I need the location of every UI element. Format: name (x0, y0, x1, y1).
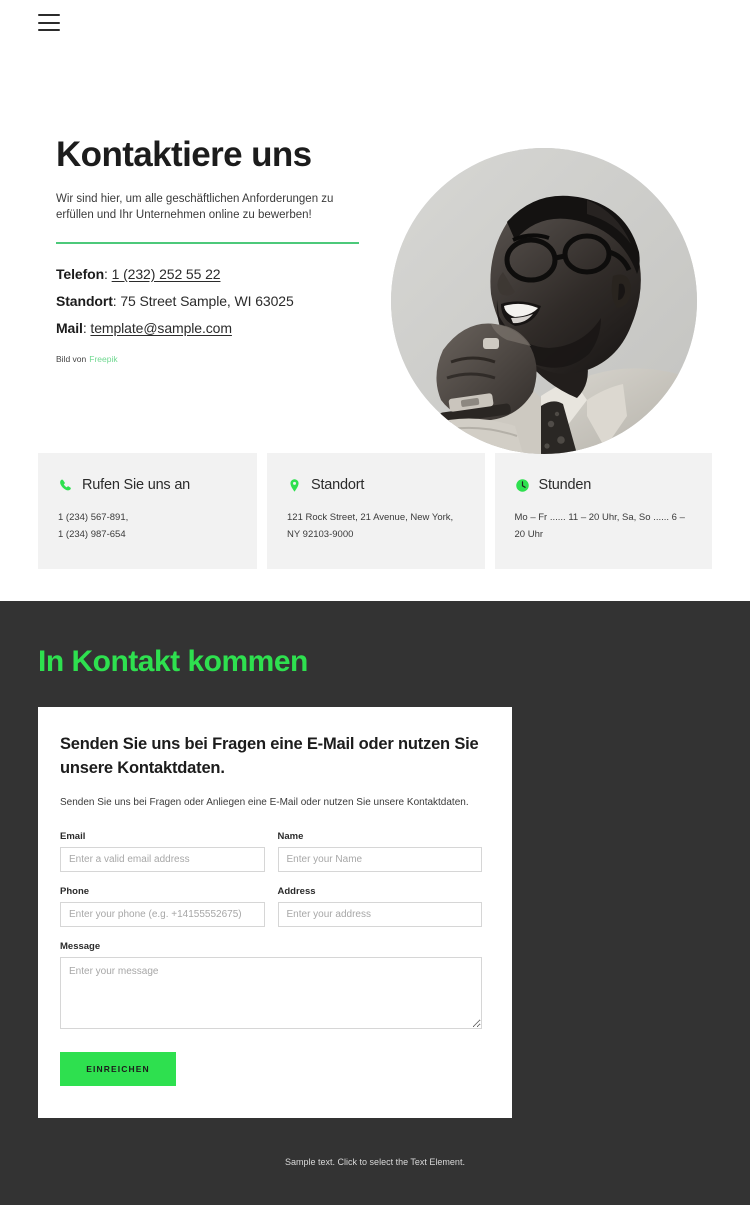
submit-button[interactable]: EINREICHEN (60, 1052, 176, 1087)
info-card-header: Standort (287, 477, 465, 493)
contact-label: Telefon (56, 265, 105, 282)
freepik-link[interactable]: Freepik (89, 354, 117, 364)
form-row-1: Email Name (60, 831, 482, 873)
address-value: 75 Street Sample, WI 63025 (120, 292, 294, 309)
field-email: Email (60, 831, 265, 873)
info-card-title: Rufen Sie uns an (82, 477, 191, 493)
name-label: Name (277, 831, 304, 843)
address-input[interactable] (277, 902, 482, 928)
image-credit-text: Bild von (56, 353, 87, 364)
phone-link[interactable]: 1 (232) 252 55 22 (112, 266, 221, 282)
info-card-title: Stunden (538, 477, 592, 493)
info-card-header: Stunden (515, 477, 693, 493)
burger-bar (38, 21, 60, 24)
hero-section: Kontaktiere uns Wir sind hier, um alle g… (0, 58, 750, 454)
page-title: Kontaktiere uns (56, 135, 312, 174)
field-name: Name (277, 831, 482, 873)
burger-bar (38, 14, 60, 16)
hero-portrait-photo (391, 148, 697, 454)
site-header (0, 0, 750, 58)
contact-form-card: Senden Sie uns bei Fragen eine E-Mail od… (38, 707, 512, 1119)
clock-icon (515, 478, 529, 492)
field-address: Address (277, 886, 482, 928)
contact-separator: : (104, 265, 112, 282)
info-card-call: Rufen Sie uns an 1 (234) 567-891, 1 (234… (38, 453, 257, 570)
portrait-illustration (391, 148, 697, 454)
phone-input[interactable] (60, 902, 265, 928)
section-title: In Kontakt kommen (38, 645, 308, 679)
footer-sample-text[interactable]: Sample text. Click to select the Text El… (0, 1157, 750, 1167)
hero-text-block: Kontaktiere uns Wir sind hier, um alle g… (56, 135, 386, 364)
image-credit: Bild von Freepik (56, 354, 386, 364)
info-card-body: 1 (234) 567-891, 1 (234) 987-654 (58, 512, 129, 540)
info-card-body: Mo – Fr ...... 11 – 20 Uhr, Sa, So .....… (514, 512, 685, 540)
field-phone: Phone (60, 886, 265, 928)
address-label: Address (277, 886, 316, 898)
phone-label: Phone (60, 886, 90, 898)
green-divider (56, 241, 359, 244)
contact-line-mail: Mail: template@sample.com (56, 320, 386, 336)
contact-label: Standort (56, 292, 113, 309)
email-link[interactable]: template@sample.com (90, 320, 232, 336)
form-heading: Senden Sie uns bei Fragen eine E-Mail od… (60, 735, 479, 778)
contact-label: Mail (56, 319, 83, 336)
form-row-2: Phone Address (60, 886, 482, 928)
info-card-title: Standort (311, 477, 365, 493)
info-cards: Rufen Sie uns an 1 (234) 567-891, 1 (234… (0, 453, 750, 570)
info-card-body: 121 Rock Street, 21 Avenue, New York, NY… (287, 512, 454, 540)
hamburger-menu-icon[interactable] (38, 14, 60, 31)
phone-icon (60, 479, 71, 490)
info-card-header: Rufen Sie uns an (58, 477, 237, 493)
name-input[interactable] (277, 847, 482, 873)
contact-form: Email Name Phone Address (60, 831, 482, 1087)
burger-bar (38, 29, 60, 31)
field-message: Message (60, 941, 482, 1034)
contact-line-standort: Standort: 75 Street Sample, WI 63025 (56, 293, 386, 309)
email-input[interactable] (60, 847, 265, 873)
location-pin-icon (290, 478, 299, 492)
info-card-hours: Stunden Mo – Fr ...... 11 – 20 Uhr, Sa, … (494, 453, 712, 570)
get-in-touch-section: In Kontakt kommen Senden Sie uns bei Fra… (0, 601, 750, 1205)
message-label: Message (60, 941, 101, 953)
message-input[interactable] (60, 957, 482, 1030)
form-description: Senden Sie uns bei Fragen oder Anliegen … (60, 797, 469, 809)
contact-line-telefon: Telefon: 1 (232) 252 55 22 (56, 266, 386, 282)
info-card-location: Standort 121 Rock Street, 21 Avenue, New… (267, 453, 485, 570)
email-label: Email (60, 831, 86, 843)
hero-subtitle: Wir sind hier, um alle geschäftlichen An… (56, 192, 334, 222)
